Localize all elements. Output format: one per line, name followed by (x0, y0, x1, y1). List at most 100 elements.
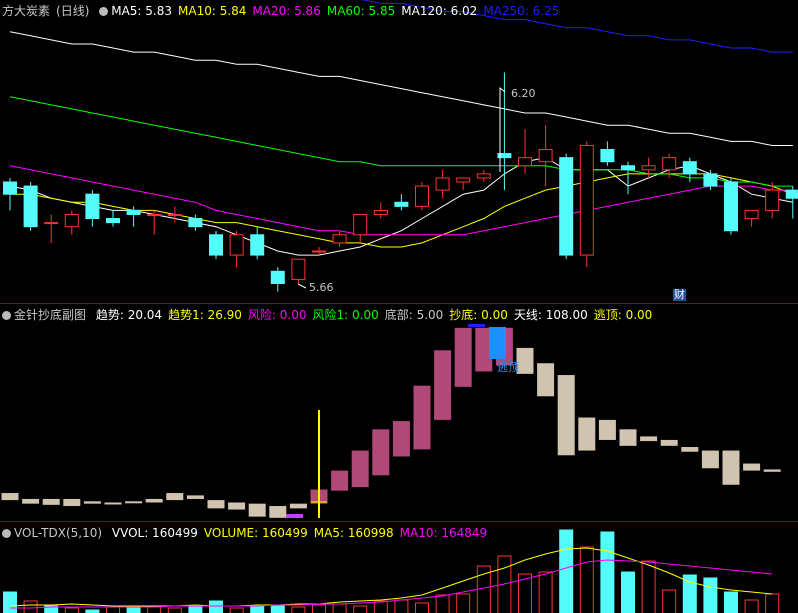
volume-name: VOL-TDX(5,10) (14, 526, 103, 540)
volume-bar (538, 571, 553, 613)
indicator-bar (145, 498, 163, 503)
candle[interactable] (229, 230, 244, 268)
volume-bar (106, 606, 120, 613)
candle-body (785, 189, 798, 199)
volume-panel[interactable]: VOL-TDX(5,10) VVOL: 160499 VOLUME: 160499… (0, 521, 798, 613)
candle[interactable] (373, 202, 388, 219)
indicator-bar (186, 495, 204, 499)
finance-mark[interactable]: 财 (673, 289, 686, 301)
kline-header: 方大炭素 (日线) MA5: 5.83 MA10: 5.84 MA20: 5.86 MA… (2, 3, 571, 19)
candle[interactable] (641, 157, 656, 178)
candle[interactable] (476, 169, 491, 182)
candle[interactable] (538, 125, 553, 187)
candle[interactable] (147, 210, 162, 235)
candle-body (600, 149, 615, 163)
candle[interactable] (3, 177, 17, 211)
indicator-bar (660, 439, 678, 446)
candle[interactable] (415, 182, 429, 211)
candle[interactable] (188, 214, 203, 231)
candle-body (724, 181, 738, 232)
candle-body (621, 165, 635, 171)
ma-label-2: MA20: 5.86 (252, 4, 321, 18)
candle-body (332, 234, 347, 244)
indicator-bar (413, 385, 431, 450)
indicator-chart[interactable] (0, 304, 798, 522)
toggle-icon[interactable] (2, 529, 11, 538)
candle[interactable] (85, 190, 100, 227)
candle[interactable] (353, 213, 368, 243)
candle-body (64, 213, 79, 228)
low-price-label: 5.66 (309, 281, 334, 294)
indicator-bar (578, 417, 596, 451)
candle[interactable] (579, 141, 594, 268)
candle[interactable] (724, 177, 738, 235)
kline-chart[interactable] (0, 0, 798, 303)
candle[interactable] (621, 161, 635, 195)
toggle-icon[interactable] (99, 7, 109, 16)
indicator-value-2: 风险: 0.00 (247, 308, 307, 322)
escape-top-bar (489, 327, 506, 359)
indicator-value-7: 逃顶: 0.00 (593, 308, 653, 322)
indicator-bar (537, 363, 555, 397)
indicator-bar (454, 327, 472, 387)
candle[interactable] (64, 210, 79, 235)
candle[interactable] (435, 169, 450, 199)
candle-body (662, 157, 677, 171)
candle[interactable] (209, 230, 223, 260)
candle-body (394, 201, 409, 207)
candle[interactable] (106, 210, 120, 227)
candle[interactable] (744, 209, 759, 227)
indicator-bar (289, 503, 307, 509)
indicator-bar (372, 429, 390, 476)
indicator-bar (619, 429, 637, 446)
volume-bar (621, 571, 635, 613)
ma-legend: MA5: 5.83 MA10: 5.84 MA20: 5.86 MA60: 5.85 M… (111, 4, 565, 18)
candle[interactable] (394, 194, 409, 211)
candle-body (167, 213, 182, 216)
kline-panel[interactable]: 方大炭素 (日线) MA5: 5.83 MA10: 5.84 MA20: 5.86 MA… (0, 0, 798, 303)
volume-bar (579, 546, 594, 613)
indicator-bar (701, 450, 719, 469)
volume-bar (765, 593, 780, 613)
indicator-panel[interactable]: 金针抄底副图 趋势: 20.04 趋势1: 26.90 风险: 0.00 风险1: 0… (0, 303, 798, 522)
candle[interactable] (250, 226, 265, 260)
candle[interactable] (456, 177, 471, 191)
volume-value-1: VOLUME: 160499 (203, 526, 308, 540)
volume-bar (394, 599, 409, 613)
candle-body (538, 149, 553, 163)
candle-body (579, 144, 594, 256)
indicator-value-3: 风险1: 0.00 (312, 308, 379, 322)
candle[interactable] (291, 258, 306, 284)
candle-body (456, 177, 471, 183)
indicator-value-5: 抄底: 0.00 (449, 308, 508, 322)
indicator-bar (681, 447, 699, 452)
indicator-bar (207, 500, 225, 509)
escape-top-cap (468, 324, 485, 327)
candle[interactable] (44, 214, 59, 243)
candle[interactable] (600, 141, 615, 166)
volume-bar (682, 574, 697, 613)
indicator-value-1: 趋势1: 26.90 (168, 308, 242, 322)
volume-bar (373, 600, 388, 613)
candle[interactable] (270, 267, 285, 292)
candle[interactable] (332, 230, 347, 247)
candle[interactable] (23, 182, 38, 231)
bottom-cap (286, 514, 303, 518)
candle[interactable] (559, 153, 574, 260)
candle[interactable] (167, 206, 182, 223)
candle-body (188, 218, 203, 228)
indicator-bar (269, 506, 287, 518)
indicator-bar (125, 501, 143, 504)
volume-bar (559, 529, 574, 613)
indicator-bar (331, 470, 349, 491)
ma-line-ma60 (9, 96, 793, 187)
candle[interactable] (518, 129, 532, 174)
indicator-header: 金针抄底副图 趋势: 20.04 趋势1: 26.90 风险: 0.00 风险1: 0… (2, 307, 664, 323)
volume-bar (703, 577, 718, 613)
indicator-bar (63, 498, 81, 507)
stock-name: 方大炭素 (2, 4, 51, 18)
volume-bar (600, 531, 615, 613)
indicator-bar (557, 375, 575, 456)
indicator-bar (1, 493, 19, 501)
toggle-icon[interactable] (2, 311, 11, 320)
